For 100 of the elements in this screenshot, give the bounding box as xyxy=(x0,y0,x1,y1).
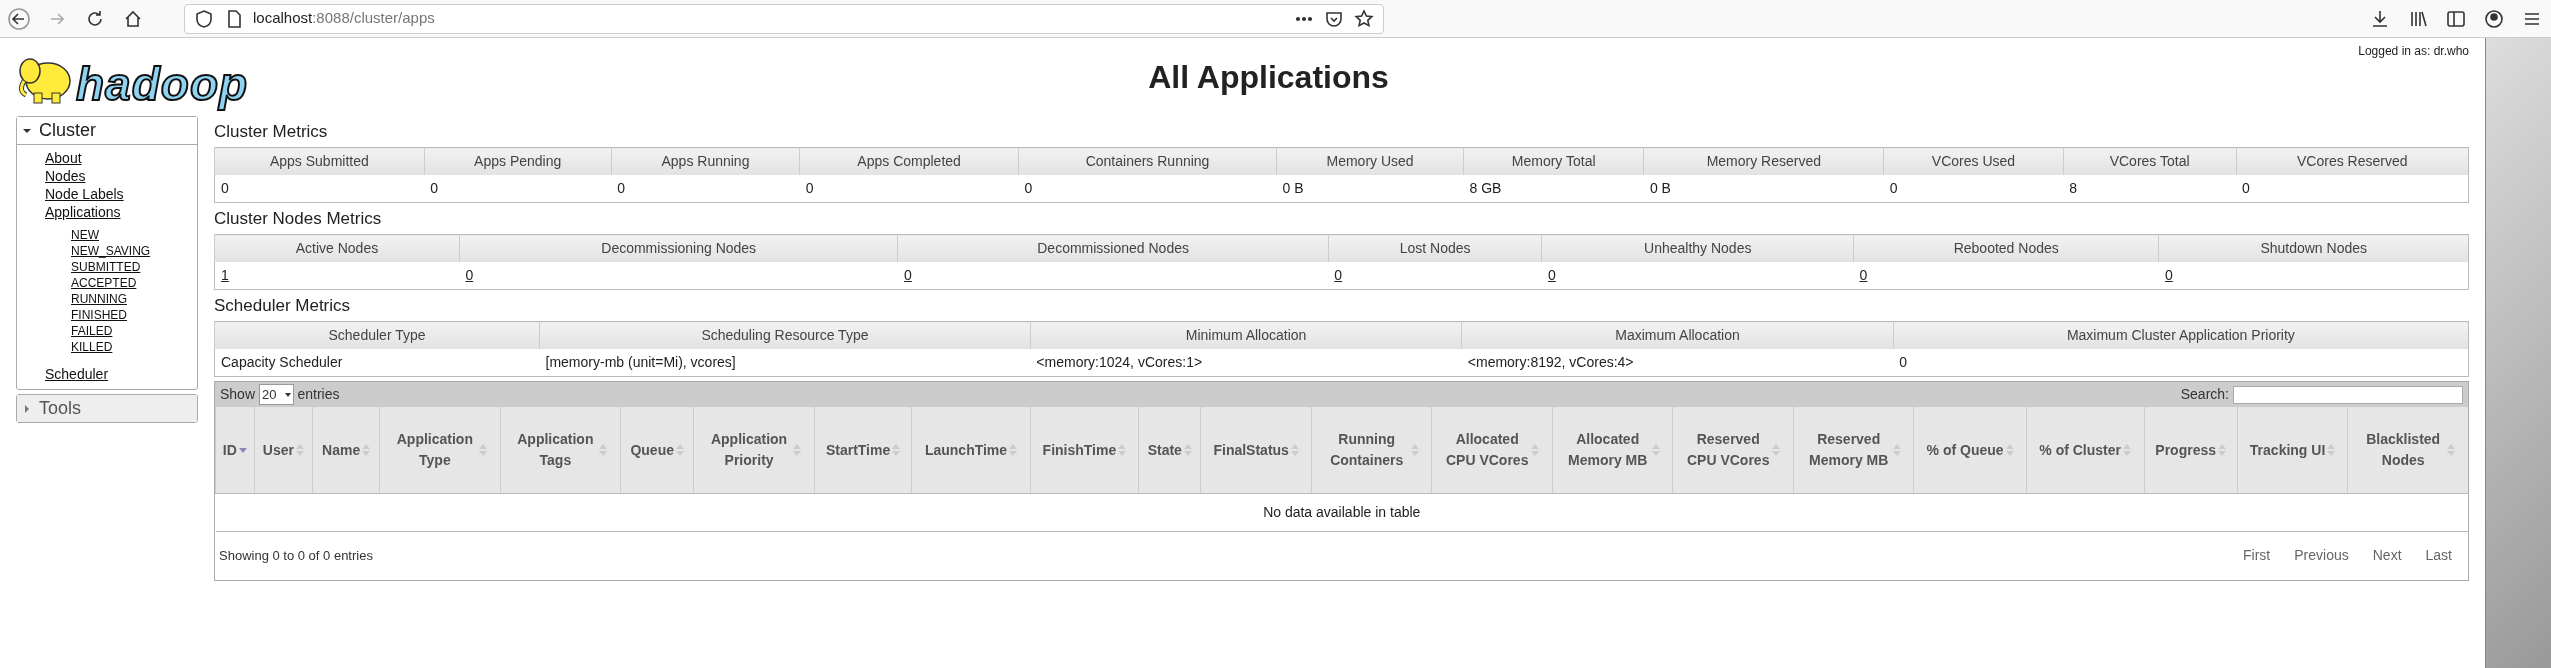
url-bar[interactable]: localhost:8088/cluster/apps xyxy=(184,3,1384,34)
nav-link[interactable]: KILLED xyxy=(71,339,113,355)
table-cell: 0 xyxy=(2236,175,2469,203)
section-title: Scheduler Metrics xyxy=(214,296,352,316)
column-header: Containers Running xyxy=(1018,147,1277,175)
value-link[interactable]: 0 xyxy=(1859,267,1868,283)
caret-icon xyxy=(284,392,291,397)
column-header[interactable]: % of Queue xyxy=(1913,407,2027,493)
value-link[interactable]: 0 xyxy=(1547,267,1556,283)
column-header: Memory Used xyxy=(1276,147,1464,175)
nav-link[interactable]: Applications xyxy=(45,203,121,221)
value-link[interactable]: 0 xyxy=(1334,267,1343,283)
table-cell: 0 xyxy=(214,175,425,203)
nav-link[interactable]: Scheduler xyxy=(45,365,109,383)
column-header: Scheduling Resource Type xyxy=(539,321,1031,349)
nav-link[interactable]: Node Labels xyxy=(45,185,124,203)
column-header[interactable]: FinalStatus xyxy=(1200,407,1312,493)
table-cell: [memory-mb (unit=Mi), vcores] xyxy=(539,349,1031,377)
nav-link[interactable]: FINISHED xyxy=(71,307,127,323)
column-header: Lost Nodes xyxy=(1328,234,1542,262)
page-length-select[interactable]: 20 xyxy=(259,383,294,406)
nav-link[interactable]: NEW xyxy=(71,227,99,243)
pagination-button[interactable]: Last xyxy=(2413,545,2464,566)
column-header: VCores Total xyxy=(2063,147,2237,175)
column-header: Maximum Allocation xyxy=(1461,321,1894,349)
table-cell: 0 B xyxy=(1276,175,1464,203)
column-header[interactable]: Queue xyxy=(620,407,694,493)
column-header: Unhealthy Nodes xyxy=(1541,234,1854,262)
empty-message: No data available in table xyxy=(215,493,2468,531)
column-header[interactable]: Application Priority xyxy=(693,407,815,493)
nav-link[interactable]: Nodes xyxy=(45,167,86,185)
column-header[interactable]: FinishTime xyxy=(1030,407,1139,493)
column-header[interactable]: ID xyxy=(215,407,255,493)
column-header[interactable]: % of Cluster xyxy=(2026,407,2145,493)
column-header[interactable]: Reserved Memory MB xyxy=(1793,407,1914,493)
caret-icon xyxy=(23,404,31,413)
table-cell: 0 B xyxy=(1643,175,1884,203)
table-cell: 0 xyxy=(424,175,612,203)
column-header[interactable]: Blacklisted Nodes xyxy=(2347,407,2468,493)
column-header: Apps Running xyxy=(611,147,800,175)
pagination-button[interactable]: Previous xyxy=(2282,545,2361,566)
login-status: Logged in as: dr.who xyxy=(2358,43,2469,60)
table-cell: 0 xyxy=(1893,349,2469,377)
column-header[interactable]: LaunchTime xyxy=(911,407,1031,493)
section-header[interactable]: Tools xyxy=(17,395,197,422)
column-header[interactable]: Allocated CPU VCores xyxy=(1431,407,1553,493)
scrollbar[interactable] xyxy=(2485,38,2551,668)
column-header: VCores Used xyxy=(1883,147,2064,175)
value-link[interactable]: 1 xyxy=(221,267,229,283)
section-title: Cluster Metrics xyxy=(214,122,329,142)
column-header: Memory Reserved xyxy=(1643,147,1884,175)
column-header[interactable]: Allocated Memory MB xyxy=(1552,407,1673,493)
length-label: entries xyxy=(297,385,340,404)
shield-icon xyxy=(193,7,215,30)
search-field[interactable] xyxy=(2233,385,2463,404)
table-cell: 0 xyxy=(799,175,1019,203)
column-header[interactable]: Application Tags xyxy=(500,407,621,493)
nav-link[interactable]: ACCEPTED xyxy=(71,275,137,291)
column-header: Apps Completed xyxy=(799,147,1019,175)
table-cell: 0 xyxy=(1883,175,2064,203)
value-link[interactable]: 0 xyxy=(465,267,474,283)
star-icon[interactable] xyxy=(1353,7,1375,30)
table-info: Showing 0 to 0 of 0 entries xyxy=(219,546,374,565)
table-cell: <memory:8192, vCores:4> xyxy=(1461,349,1894,377)
column-header: Apps Pending xyxy=(424,147,612,175)
nav-link[interactable]: FAILED xyxy=(71,323,113,339)
column-header[interactable]: Name xyxy=(312,407,380,493)
nav-link[interactable]: RUNNING xyxy=(71,291,127,307)
length-label: Show xyxy=(220,385,256,404)
value-link[interactable]: 0 xyxy=(2164,267,2173,283)
column-header[interactable]: Application Type xyxy=(379,407,501,493)
pagination-button[interactable]: First xyxy=(2231,545,2283,566)
table-cell: 0 xyxy=(611,175,800,203)
value-link[interactable]: 0 xyxy=(904,267,912,283)
nav-link[interactable]: NEW_SAVING xyxy=(71,243,151,259)
table-cell: Capacity Scheduler xyxy=(214,349,540,377)
column-header[interactable]: StartTime xyxy=(814,407,912,493)
column-header: Decommissioned Nodes xyxy=(898,234,1329,262)
column-header[interactable]: Running Containers xyxy=(1311,407,1432,493)
section-title: Cluster Nodes Metrics xyxy=(214,209,383,229)
column-header[interactable]: State xyxy=(1138,407,1201,493)
column-header[interactable]: Tracking UI xyxy=(2237,407,2348,493)
table-cell: 8 xyxy=(2063,175,2237,203)
column-header[interactable]: User xyxy=(254,407,313,493)
column-header[interactable]: Progress xyxy=(2144,407,2238,493)
table-cell: 8 GB xyxy=(1463,175,1644,203)
column-header[interactable]: Reserved CPU VCores xyxy=(1672,407,1794,493)
account-icon[interactable] xyxy=(2483,7,2505,30)
pagination-button[interactable]: Next xyxy=(2360,545,2414,566)
caret-icon xyxy=(23,126,31,135)
column-header: Maximum Cluster Application Priority xyxy=(1893,321,2469,349)
page-title: All Applications xyxy=(1147,58,1390,97)
table-cell: 0 xyxy=(1018,175,1277,203)
column-header: Decommissioning Nodes xyxy=(459,234,898,262)
nav-link[interactable]: SUBMITTED xyxy=(71,259,141,275)
column-header: VCores Reserved xyxy=(2236,147,2469,175)
section-header[interactable]: Cluster xyxy=(17,117,197,145)
column-header: Scheduler Type xyxy=(214,321,540,349)
nav-link[interactable]: About xyxy=(45,149,82,167)
back-icon[interactable] xyxy=(8,7,30,30)
